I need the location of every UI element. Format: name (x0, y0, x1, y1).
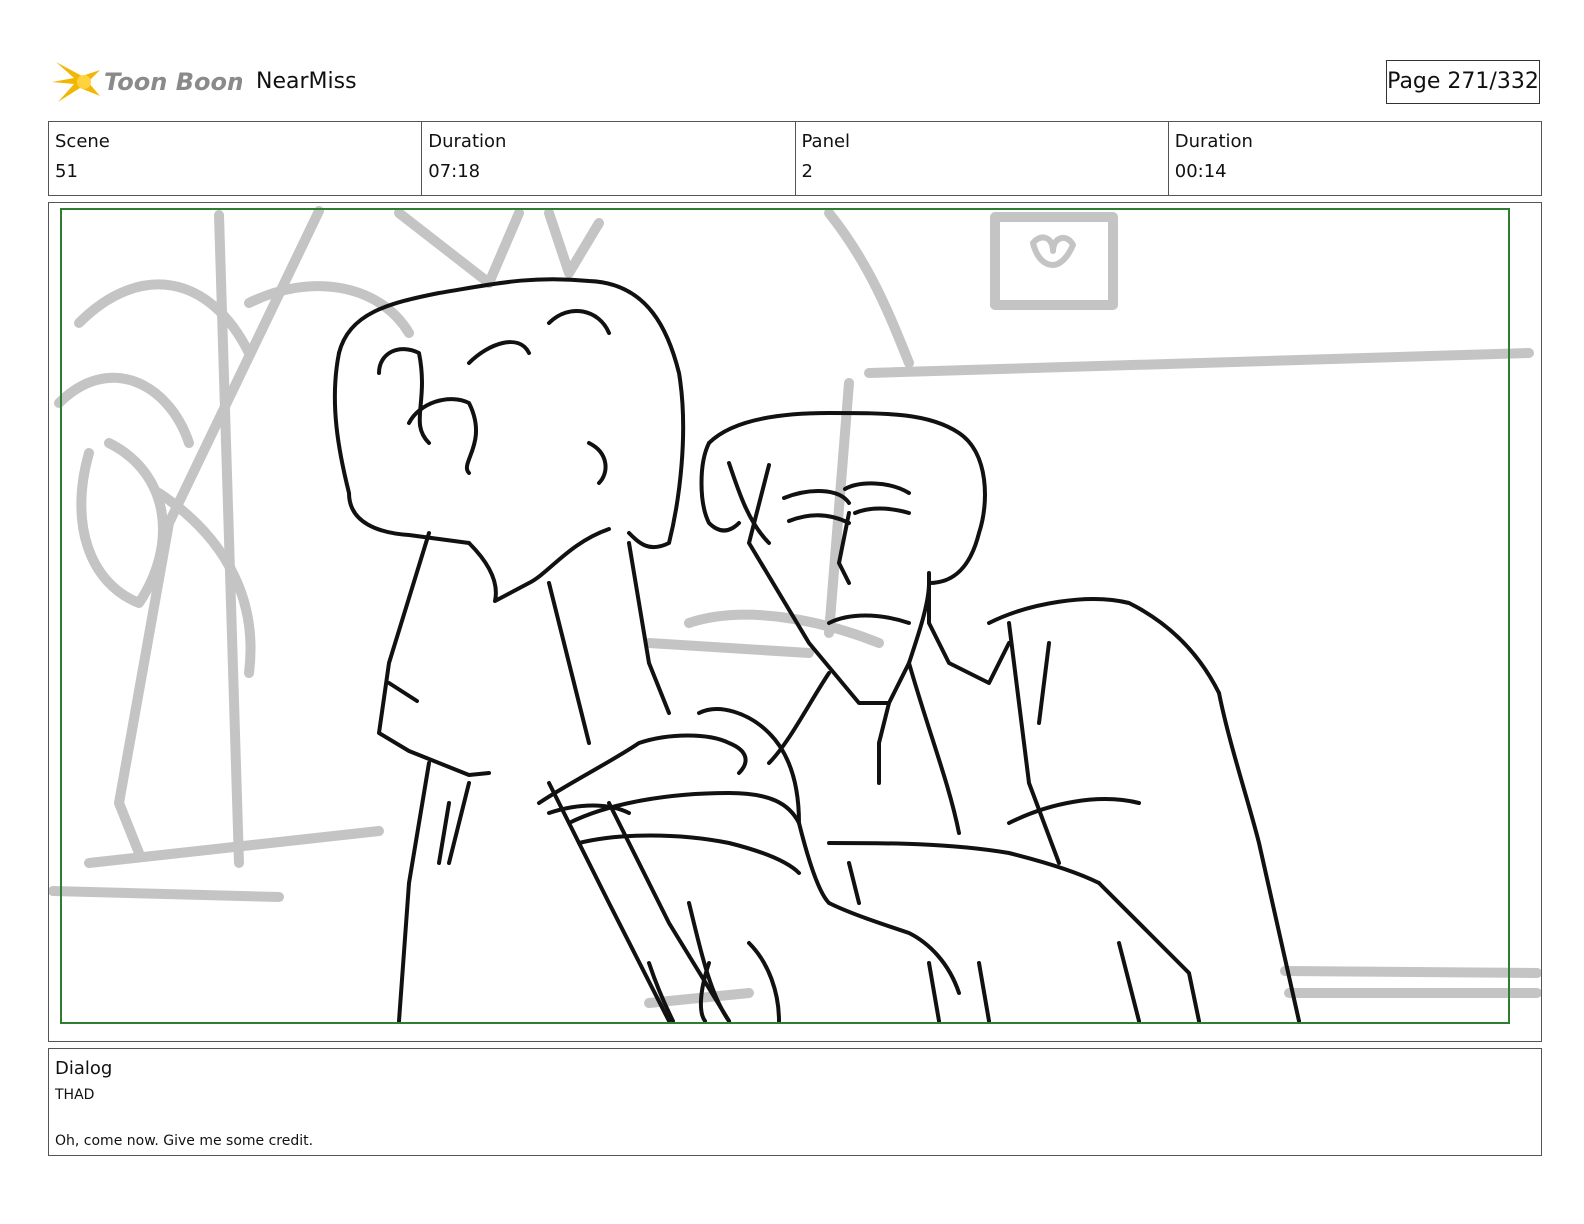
panel-sketch (49, 206, 1541, 1024)
dialog-box: Dialog THAD Oh, come now. Give me some c… (48, 1048, 1542, 1156)
scene-value: 51 (55, 161, 78, 182)
scene-label: Scene (55, 131, 110, 152)
dialog-label: Dialog (55, 1058, 113, 1079)
panel-label: Panel (801, 131, 851, 152)
scene-info-table: Scene 51 Duration 07:18 Panel 2 Duration… (48, 121, 1542, 196)
page-number: Page 271/332 (1386, 60, 1540, 104)
panel-value: 2 (801, 161, 813, 182)
scene-duration-label: Duration (428, 131, 507, 152)
scene-cell: Scene 51 (49, 122, 423, 195)
storyboard-panel (48, 202, 1542, 1042)
panel-cell: Panel 2 (796, 122, 1169, 195)
panel-duration-value: 00:14 (1174, 161, 1227, 182)
dialog-line: Oh, come now. Give me some credit. (55, 1133, 314, 1149)
scene-duration-cell: Duration 07:18 (422, 122, 796, 195)
scene-duration-value: 07:18 (428, 161, 481, 182)
panel-duration-label: Duration (1174, 131, 1253, 152)
background-sketch (49, 206, 1541, 1008)
character-ink (332, 277, 1301, 1023)
dialog-speaker: THAD (55, 1087, 95, 1103)
logo-wordmark: Toon Boom (104, 68, 242, 96)
logo-star-icon (52, 62, 100, 102)
panel-duration-cell: Duration 00:14 (1169, 122, 1541, 195)
toon-boom-logo: Toon Boom (52, 56, 242, 108)
project-title: NearMiss (256, 69, 357, 94)
